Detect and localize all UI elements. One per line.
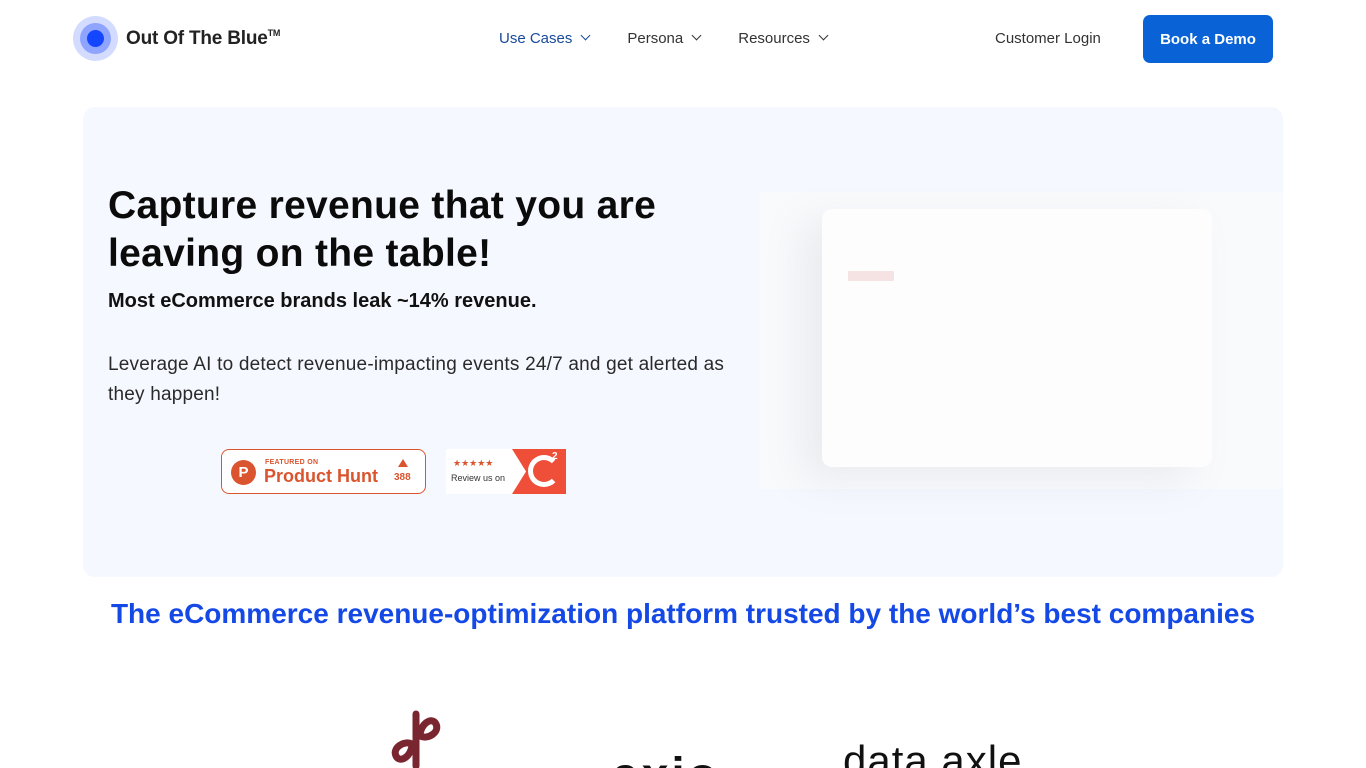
chevron-down-icon <box>691 30 702 41</box>
upvote-arrow-icon <box>398 459 408 467</box>
site-header: Out Of The BlueTM Use Cases Persona Reso… <box>0 0 1366 80</box>
chevron-down-icon <box>818 30 829 41</box>
hero-section: Capture revenue that you are leaving on … <box>83 107 1283 577</box>
chevron-down-icon <box>580 30 591 41</box>
nav-resources[interactable]: Resources <box>738 30 829 47</box>
star-rating-icon: ★★★★★ <box>453 458 494 468</box>
book-demo-button[interactable]: Book a Demo <box>1143 15 1273 63</box>
product-hunt-badge[interactable]: P FEATURED ON Product Hunt 388 <box>221 449 426 494</box>
g2-logo-superscript: 2 <box>552 451 558 462</box>
product-preview-window <box>822 209 1212 467</box>
customer-login-link[interactable]: Customer Login <box>995 30 1101 47</box>
product-preview-tag <box>848 271 894 281</box>
axio-logo: axio <box>612 748 720 768</box>
main-nav: Use Cases Persona Resources <box>499 30 865 47</box>
g2-review-label: Review us on <box>451 473 506 483</box>
hero-title: Capture revenue that you are leaving on … <box>108 184 657 275</box>
product-hunt-upvote-count: 388 <box>394 472 411 483</box>
brand-name: Out Of The BlueTM <box>126 27 281 49</box>
product-hunt-name: Product Hunt <box>264 466 378 486</box>
product-hunt-featured-label: FEATURED ON <box>265 459 319 466</box>
product-hunt-icon: P <box>231 460 256 485</box>
nav-persona[interactable]: Persona <box>627 30 702 47</box>
nav-use-cases[interactable]: Use Cases <box>499 30 591 47</box>
poshmark-logo <box>388 710 444 768</box>
hero-subtitle: Most eCommerce brands leak ~14% revenue. <box>108 290 537 312</box>
g2-review-badge[interactable]: ★★★★★ Review us on 2 <box>446 449 566 494</box>
brand-logo[interactable]: Out Of The BlueTM <box>73 16 280 61</box>
brand-logo-icon <box>73 16 118 61</box>
data-axle-logo: data axle <box>843 737 1023 768</box>
trusted-by-heading: The eCommerce revenue-optimization platf… <box>110 598 1256 629</box>
hero-description: Leverage AI to detect revenue-impacting … <box>108 354 725 405</box>
